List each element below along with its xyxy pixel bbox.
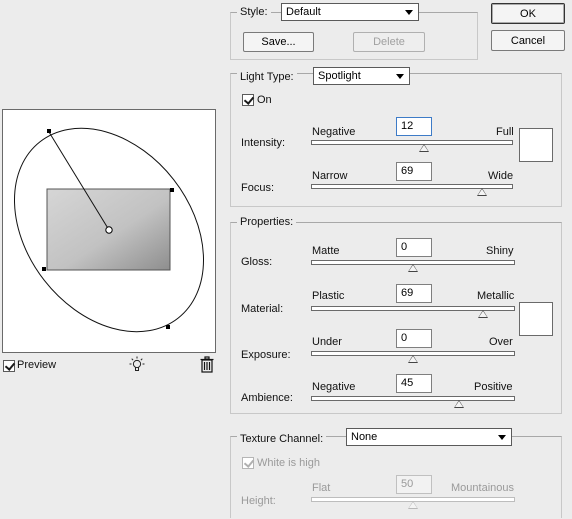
light-type-label: Light Type:: [237, 71, 297, 83]
focus-value-field[interactable]: 69: [396, 162, 432, 181]
texture-channel-dropdown[interactable]: None: [346, 428, 512, 446]
gloss-label: Gloss:: [241, 256, 273, 268]
focus-min-label: Narrow: [312, 170, 348, 182]
material-max-label: Metallic: [477, 290, 515, 302]
chevron-down-icon: [405, 10, 413, 15]
gloss-min-label: Matte: [312, 245, 340, 257]
exposure-value-field[interactable]: 0: [396, 329, 432, 348]
ellipse-handle[interactable]: [166, 325, 170, 329]
style-label: Style:: [237, 6, 271, 18]
intensity-max-label: Full: [496, 126, 514, 138]
ok-button[interactable]: OK: [491, 3, 565, 24]
cancel-button[interactable]: Cancel: [491, 30, 565, 51]
texture-channel-label: Texture Channel:: [237, 433, 327, 445]
light-color-swatch[interactable]: [519, 128, 553, 162]
intensity-value-field[interactable]: 12: [396, 117, 432, 136]
material-min-label: Plastic: [312, 290, 345, 302]
gloss-value-field[interactable]: 0: [396, 238, 432, 257]
exposure-label: Exposure:: [241, 349, 291, 361]
focus-label: Focus:: [241, 182, 275, 194]
height-max-label: Mountainous: [451, 482, 514, 494]
ambience-max-label: Positive: [474, 381, 513, 393]
exposure-slider-thumb[interactable]: [408, 355, 418, 363]
height-slider-thumb[interactable]: [408, 501, 418, 509]
exposure-min-label: Under: [312, 336, 342, 348]
ellipse-handle[interactable]: [42, 267, 46, 271]
light-center-handle[interactable]: [105, 226, 113, 234]
light-on-label: On: [257, 94, 272, 106]
properties-title: Properties:: [237, 216, 297, 228]
ambience-min-label: Negative: [312, 381, 356, 393]
material-value-field[interactable]: 69: [396, 284, 432, 303]
save-style-button[interactable]: Save...: [243, 32, 314, 52]
exposure-max-label: Over: [489, 336, 513, 348]
style-dropdown[interactable]: Default: [281, 3, 419, 21]
intensity-min-label: Negative: [312, 126, 356, 138]
intensity-label: Intensity:: [241, 137, 286, 149]
chevron-down-icon: [396, 74, 404, 79]
intensity-slider-track[interactable]: [311, 140, 513, 145]
height-label: Height:: [241, 495, 276, 507]
intensity-slider-thumb[interactable]: [419, 144, 430, 152]
preview-label: Preview: [17, 359, 57, 371]
material-slider-thumb[interactable]: [478, 310, 489, 318]
ambience-slider-thumb[interactable]: [453, 400, 464, 408]
light-type-dropdown-value: Spotlight: [318, 70, 361, 82]
material-label: Material:: [241, 303, 284, 315]
light-preview-svg: [14, 127, 204, 333]
ambience-value-field[interactable]: 45: [396, 374, 432, 393]
ambience-slider-track[interactable]: [311, 396, 515, 401]
trash-icon[interactable]: [199, 356, 215, 377]
light-handle[interactable]: [47, 129, 51, 133]
focus-max-label: Wide: [488, 170, 514, 182]
light-preview-canvas[interactable]: [2, 109, 216, 353]
gloss-max-label: Shiny: [486, 245, 514, 257]
material-color-swatch[interactable]: [519, 302, 553, 336]
focus-slider-thumb[interactable]: [476, 188, 487, 196]
white-is-high-checkbox[interactable]: [242, 457, 254, 469]
ambience-label: Ambience:: [241, 392, 293, 404]
height-min-label: Flat: [312, 482, 331, 494]
delete-style-button[interactable]: Delete: [353, 32, 425, 52]
light-type-dropdown[interactable]: Spotlight: [313, 67, 410, 85]
light-on-checkbox[interactable]: [242, 94, 254, 106]
preview-checkbox[interactable]: [3, 360, 15, 372]
gloss-slider-thumb[interactable]: [408, 264, 418, 272]
chevron-down-icon: [498, 435, 506, 440]
style-dropdown-value: Default: [286, 6, 321, 18]
height-value-field[interactable]: 50: [396, 475, 432, 494]
white-is-high-label: White is high: [257, 457, 320, 469]
texture-channel-dropdown-value: None: [351, 431, 378, 443]
ellipse-handle[interactable]: [170, 188, 174, 192]
lightbulb-icon[interactable]: [127, 355, 147, 378]
